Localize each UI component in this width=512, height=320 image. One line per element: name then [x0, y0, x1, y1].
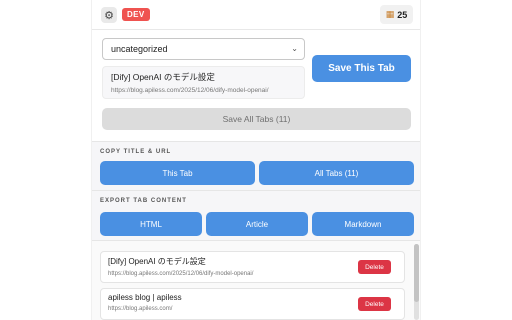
export-article-button[interactable]: Article [206, 212, 308, 236]
scrollbar[interactable] [414, 244, 419, 320]
tab-count-badge: ▦ 25 [380, 5, 413, 24]
saved-tab-title: apiless blog | apiless [108, 293, 182, 302]
header-bar: ⚙ DEV ▦ 25 [92, 0, 420, 30]
category-selected-value: uncategorized [111, 44, 168, 54]
delete-button[interactable]: Delete [358, 260, 391, 274]
saved-tab-title: [Dify] OpenAI のモデル設定 [108, 257, 206, 266]
calendar-icon: ▦ [385, 9, 395, 20]
saved-tab-url: https://blog.apiless.com/2025/12/06/dify… [108, 271, 254, 277]
delete-button[interactable]: Delete [358, 297, 391, 311]
export-markdown-button[interactable]: Markdown [312, 212, 414, 236]
export-section-title: EXPORT TAB CONTENT [100, 198, 187, 204]
save-all-tabs-button[interactable]: Save All Tabs (11) [102, 108, 411, 130]
gear-icon[interactable]: ⚙ [101, 7, 117, 23]
list-item[interactable]: [Dify] OpenAI のモデル設定 https://blog.apiles… [100, 251, 405, 283]
scrollbar-thumb[interactable] [414, 244, 419, 302]
export-section: EXPORT TAB CONTENT HTML Article Markdown [92, 190, 420, 240]
copy-this-tab-button[interactable]: This Tab [100, 161, 255, 185]
current-tab-title: [Dify] OpenAI のモデル設定 [111, 72, 215, 82]
copy-all-tabs-button[interactable]: All Tabs (11) [259, 161, 414, 185]
chevron-down-icon: ⌄ [291, 44, 298, 53]
tab-count: 25 [397, 9, 408, 20]
dev-badge: DEV [122, 8, 150, 21]
save-area: uncategorized ⌄ [Dify] OpenAI のモデル設定 htt… [92, 31, 420, 141]
save-this-tab-button[interactable]: Save This Tab [312, 55, 411, 82]
copy-section-title: COPY TITLE & URL [100, 149, 172, 155]
export-html-button[interactable]: HTML [100, 212, 202, 236]
list-item[interactable]: apiless blog | apiless https://blog.apil… [100, 288, 405, 320]
extension-popup: ⚙ DEV ▦ 25 uncategorized ⌄ [Dify] OpenAI… [91, 0, 421, 320]
saved-tabs-list[interactable]: [Dify] OpenAI のモデル設定 https://blog.apiles… [92, 240, 420, 320]
category-select[interactable]: uncategorized ⌄ [102, 38, 305, 60]
current-tab-card: [Dify] OpenAI のモデル設定 https://blog.apiles… [102, 66, 305, 99]
current-tab-url: https://blog.apiless.com/2025/12/06/dify… [111, 87, 269, 94]
saved-tab-url: https://blog.apiless.com/ [108, 306, 173, 312]
copy-section: COPY TITLE & URL This Tab All Tabs (11) [92, 141, 420, 190]
